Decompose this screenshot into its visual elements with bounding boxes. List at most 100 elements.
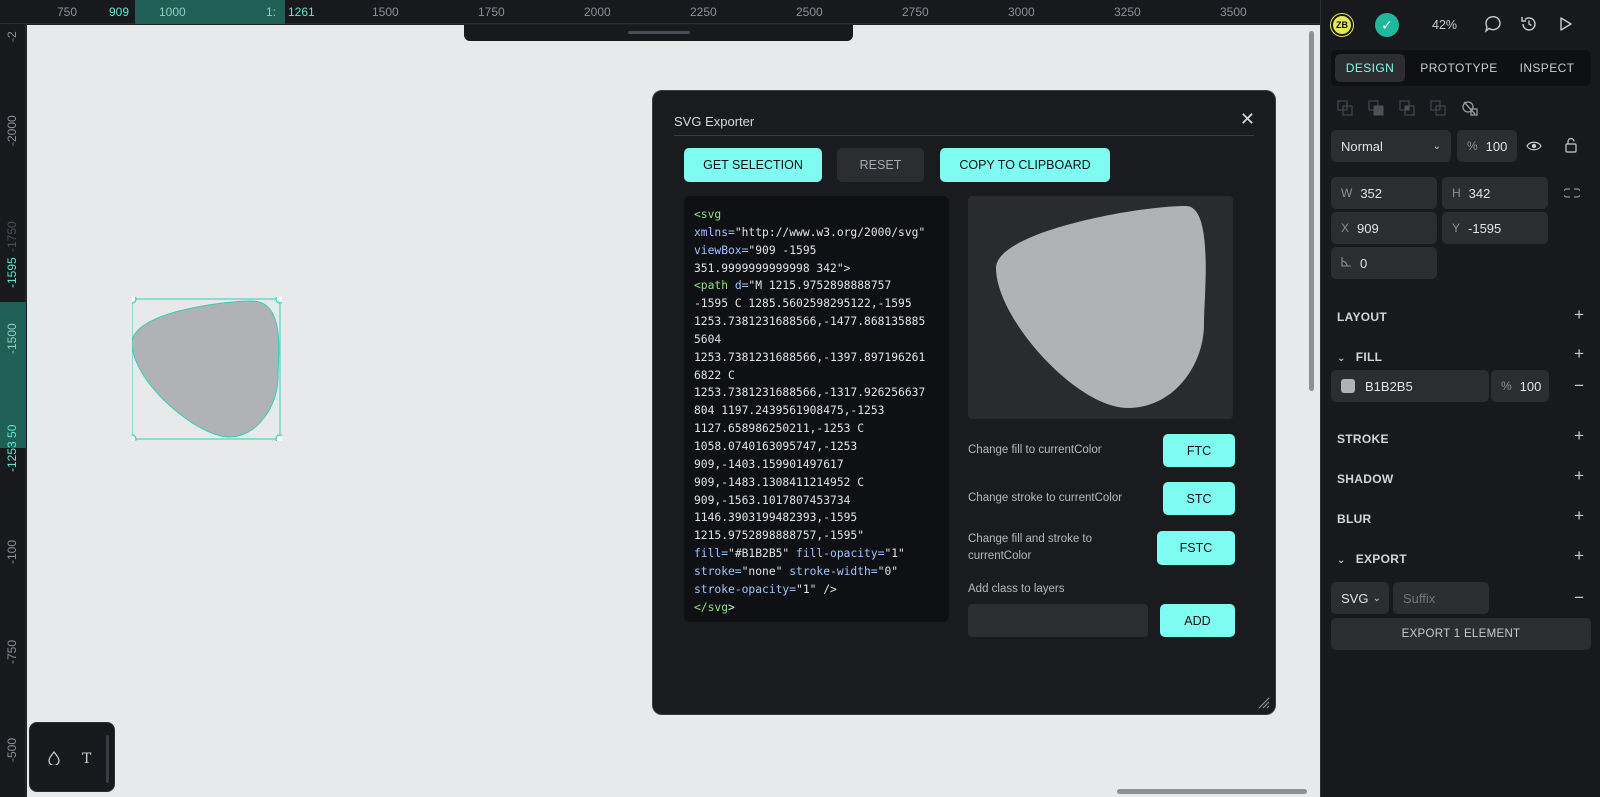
chevron-down-icon: ⌄: [1372, 592, 1381, 604]
code-token: <svg: [694, 208, 722, 221]
export-section-title: ⌄ EXPORT: [1337, 552, 1407, 566]
chevron-down-icon[interactable]: ⌄: [1337, 555, 1346, 566]
panel-tabs: DESIGN PROTOTYPE INSPECT: [1331, 50, 1591, 86]
blend-mode-select[interactable]: Normal ⌄: [1331, 130, 1451, 162]
export-format-value: SVG: [1341, 590, 1369, 606]
fill-opacity-value: 100: [1519, 378, 1542, 394]
ruler-tick: 1500: [372, 5, 399, 19]
exclude-icon[interactable]: [1430, 100, 1449, 116]
dialog-title: SVG Exporter: [674, 114, 755, 129]
code-token: "1" />: [796, 582, 837, 596]
ftc-button[interactable]: FTC: [1163, 434, 1235, 467]
tab-prototype[interactable]: PROTOTYPE: [1411, 54, 1507, 82]
flatten-icon[interactable]: [1461, 100, 1480, 116]
left-ruler: -2 -2000 -1750 -1595 -1500 -1253 50 -100…: [0, 24, 26, 797]
union-icon[interactable]: [1337, 100, 1356, 116]
tab-inspect[interactable]: INSPECT: [1507, 54, 1587, 82]
add-fill-icon[interactable]: +: [1574, 344, 1584, 364]
blur-section-title: BLUR: [1337, 512, 1372, 526]
tab-design[interactable]: DESIGN: [1335, 54, 1405, 82]
add-blur-icon[interactable]: +: [1574, 506, 1584, 526]
code-token: stroke-width=: [789, 564, 878, 578]
ruler-tick: 3000: [1008, 5, 1035, 19]
drop-icon[interactable]: [48, 750, 60, 768]
copy-to-clipboard-button[interactable]: COPY TO CLIPBOARD: [940, 148, 1110, 182]
horizontal-scrollbar[interactable]: [1117, 789, 1307, 794]
selected-blob-shape[interactable]: [132, 297, 282, 441]
rotation-field[interactable]: 0: [1331, 247, 1437, 279]
chevron-down-icon[interactable]: ⌄: [1337, 353, 1346, 364]
resize-handle[interactable]: [275, 434, 282, 441]
avatar[interactable]: ZB: [1331, 14, 1353, 36]
export-format-select[interactable]: SVG ⌄: [1331, 582, 1389, 614]
remove-fill-icon[interactable]: −: [1574, 376, 1584, 396]
fstc-button[interactable]: FSTC: [1157, 531, 1235, 565]
layer-opacity-field[interactable]: % 100: [1457, 130, 1517, 162]
code-token: stroke=: [694, 564, 742, 578]
resize-handle[interactable]: [132, 434, 137, 441]
code-token: 1058.0740163095747,-1253: [694, 439, 858, 453]
export-button[interactable]: EXPORT 1 ELEMENT: [1331, 618, 1591, 650]
add-stroke-icon[interactable]: +: [1574, 426, 1584, 446]
code-token: >: [728, 600, 735, 614]
code-token: fill-opacity=: [796, 547, 885, 561]
ruler-tick: -500: [5, 737, 19, 762]
code-token: 909,-1403.159901497617: [694, 457, 844, 471]
close-icon[interactable]: ✕: [1240, 109, 1255, 130]
proportion-lock-icon[interactable]: [1564, 188, 1580, 198]
height-field[interactable]: H 342: [1442, 177, 1548, 209]
code-token: 1215.9752898888757,-1595": [694, 529, 865, 543]
toolbar-grip[interactable]: [628, 31, 690, 34]
code-token: "#B1B2B5": [728, 547, 797, 561]
remove-export-icon[interactable]: −: [1574, 588, 1584, 608]
vertical-scrollbar[interactable]: [1309, 31, 1314, 391]
x-position-field[interactable]: X 909: [1331, 212, 1437, 244]
ruler-selection-highlight: [135, 0, 285, 24]
svg-code-output[interactable]: <svg xmlns="http://www.w3.org/2000/svg" vi…: [684, 196, 949, 622]
y-position-field[interactable]: Y -1595: [1442, 212, 1548, 244]
ruler-tick: -2: [5, 31, 19, 42]
resize-grip-icon[interactable]: [1256, 695, 1270, 709]
option-label-ftc: Change fill to currentColor: [968, 444, 1102, 456]
ruler-tick: 2000: [584, 5, 611, 19]
ruler-tick: -100: [5, 539, 19, 564]
visibility-eye-icon[interactable]: [1526, 139, 1542, 153]
add-class-button[interactable]: ADD: [1160, 604, 1235, 637]
add-shadow-icon[interactable]: +: [1574, 466, 1584, 486]
ruler-tick: -1500: [5, 323, 19, 354]
add-export-icon[interactable]: +: [1574, 546, 1584, 566]
stc-button[interactable]: STC: [1163, 482, 1235, 515]
ruler-tick-selection-start: 909: [109, 5, 130, 19]
resize-handle[interactable]: [132, 297, 137, 304]
history-icon[interactable]: [1519, 14, 1539, 34]
comments-icon[interactable]: [1483, 14, 1503, 34]
lock-icon[interactable]: [1564, 137, 1578, 153]
fill-color-field[interactable]: B1B2B5: [1331, 370, 1489, 402]
add-layout-icon[interactable]: +: [1574, 305, 1584, 325]
intersection-icon[interactable]: [1399, 100, 1418, 116]
fill-opacity-field[interactable]: % 100: [1491, 370, 1549, 402]
code-token: "none": [741, 564, 790, 578]
reset-button[interactable]: RESET: [837, 148, 924, 182]
text-tool-icon[interactable]: T: [82, 751, 91, 767]
play-icon[interactable]: [1555, 14, 1575, 34]
code-line: 804 1197.2439561908475,-1253: [694, 402, 939, 420]
class-name-input[interactable]: [968, 604, 1148, 637]
x-value: 909: [1357, 220, 1379, 236]
resize-handle[interactable]: [275, 297, 282, 304]
ruler-tick: 2750: [902, 5, 929, 19]
code-token: xmlns=: [694, 225, 735, 239]
width-field[interactable]: W 352: [1331, 177, 1437, 209]
code-line: 1146.3903199482393,-1595: [694, 509, 939, 527]
option-label-stc: Change stroke to currentColor: [968, 492, 1123, 504]
zoom-level[interactable]: 42%: [1432, 18, 1457, 32]
code-line: 6822 C: [694, 367, 939, 385]
ruler-tick: -1750: [5, 221, 19, 252]
code-line: </svg>: [694, 599, 939, 617]
fill-color-swatch[interactable]: [1341, 379, 1355, 393]
difference-icon[interactable]: [1368, 100, 1387, 116]
get-selection-button[interactable]: GET SELECTION: [684, 148, 822, 182]
export-suffix-input[interactable]: [1393, 582, 1489, 614]
code-line: stroke="none" stroke-width="0": [694, 563, 939, 581]
collapsed-toolbar-handle[interactable]: [464, 25, 853, 41]
